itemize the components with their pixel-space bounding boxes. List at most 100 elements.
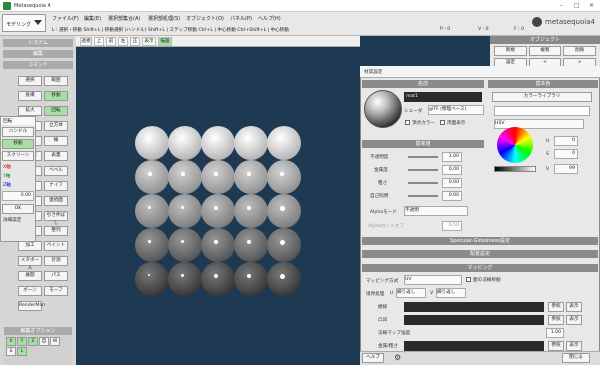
menu-file[interactable]: ファイル(F) xyxy=(52,15,79,22)
popup-y-axis[interactable]: Y軸 xyxy=(3,173,33,179)
tool-button[interactable]: RenderMan xyxy=(18,301,45,311)
map-open-button[interactable]: 参照 xyxy=(548,341,564,351)
map-open-button[interactable]: 参照 xyxy=(548,315,564,325)
menu-edit[interactable]: 編集(E) xyxy=(84,15,101,22)
saturation-input[interactable]: 0 xyxy=(554,149,578,159)
axis-toggle[interactable]: X xyxy=(6,337,16,346)
double-sided-checkbox[interactable] xyxy=(440,120,445,125)
prop-input[interactable]: 0.00 xyxy=(442,165,462,175)
tool-button[interactable]: 投縄 xyxy=(18,91,42,101)
popup-handle[interactable]: ハンドル xyxy=(2,127,34,137)
axis-toggle[interactable]: Z xyxy=(28,337,38,346)
axis-toggle[interactable]: S xyxy=(6,347,16,356)
tool-button[interactable]: 表裏 xyxy=(44,151,68,161)
system-header[interactable]: システム xyxy=(3,39,73,47)
alpha-mode-select[interactable]: 不透明 xyxy=(404,206,468,216)
popup-ok[interactable]: OK xyxy=(2,204,34,214)
mapping-method-select[interactable]: UV xyxy=(404,275,462,285)
tool-button[interactable]: パス xyxy=(44,271,68,281)
color-wheel[interactable] xyxy=(497,127,533,163)
popup-screen[interactable]: スクリーン xyxy=(2,151,34,161)
tool-button[interactable]: 立方体 xyxy=(44,121,68,131)
map-display-button[interactable]: 表示 xyxy=(566,341,582,351)
popup-x-axis[interactable]: X軸 xyxy=(3,164,33,170)
maximize-icon[interactable]: □ xyxy=(574,2,580,9)
view-top[interactable]: 上 xyxy=(94,37,104,46)
prop-slider[interactable] xyxy=(408,182,438,184)
tool-button[interactable]: 範囲 xyxy=(44,76,68,86)
prop-input[interactable]: 1.00 xyxy=(442,152,462,162)
menu-object[interactable]: オブジェクト(O) xyxy=(186,15,224,22)
tool-button[interactable]: メタボール xyxy=(18,256,42,271)
tool-button[interactable]: 展開 xyxy=(18,271,42,281)
map-display-button[interactable]: 表示 xyxy=(566,315,582,325)
color-library-button[interactable]: カラーライブラリ xyxy=(492,92,592,102)
tool-button[interactable]: 選択 xyxy=(18,76,42,86)
map-path-input[interactable] xyxy=(404,341,544,351)
edit-header[interactable]: 編集 xyxy=(3,50,73,58)
view-perspective[interactable]: 透視 xyxy=(80,37,92,46)
detail-header[interactable]: 配置設定 xyxy=(362,250,598,258)
map-path-input[interactable] xyxy=(404,302,544,312)
menu-panel[interactable]: パネル(P) xyxy=(230,15,252,22)
menu-selection-set[interactable]: 選択部集合(A) xyxy=(108,15,140,22)
prop-slider[interactable] xyxy=(408,156,438,158)
view-ortho[interactable]: 正 xyxy=(130,37,140,46)
view-left[interactable]: 左 xyxy=(118,37,128,46)
shader-select[interactable]: glTF (物理ベース) xyxy=(428,105,484,115)
gear-icon[interactable]: ⚙ xyxy=(394,353,401,362)
axis-toggle[interactable]: L xyxy=(17,347,27,356)
normal-move-checkbox[interactable] xyxy=(466,277,471,282)
close-icon[interactable]: ✕ xyxy=(589,2,594,9)
menu-help[interactable]: ヘルプ(H) xyxy=(258,15,281,22)
vertex-color-checkbox[interactable] xyxy=(405,120,410,125)
minimize-icon[interactable]: – xyxy=(560,2,563,9)
wrap-v-select[interactable]: 繰り返し xyxy=(436,288,466,298)
popup-detail[interactable]: 詳細設定 xyxy=(3,217,33,223)
popup-z-axis[interactable]: Z軸 xyxy=(3,182,33,188)
view-front[interactable]: 前 xyxy=(106,37,116,46)
object-delete-button[interactable]: 削除 xyxy=(563,46,597,56)
map-path-input[interactable] xyxy=(404,315,544,325)
map-open-button[interactable]: 参照 xyxy=(548,302,564,312)
tool-button[interactable]: 引き伸ばし xyxy=(44,211,68,226)
prop-slider[interactable] xyxy=(408,169,438,171)
tool-button[interactable]: 加工 xyxy=(18,241,42,251)
popup-move[interactable]: 移動 xyxy=(2,139,34,149)
prop-input[interactable]: 0.00 xyxy=(442,191,462,201)
close-button[interactable]: 閉じる xyxy=(562,353,590,363)
tool-button[interactable]: 計測 xyxy=(44,256,68,266)
prop-slider[interactable] xyxy=(408,195,438,197)
alpha-cutoff-input[interactable]: 0.50 xyxy=(442,221,462,231)
viewport[interactable] xyxy=(76,47,364,365)
tool-button[interactable]: 整列 xyxy=(44,226,68,236)
tool-button[interactable]: 移動 xyxy=(44,91,68,101)
menu-selection-process[interactable]: 選択部処理(S) xyxy=(148,15,180,22)
tool-button[interactable]: ベベル xyxy=(44,166,68,176)
tool-button[interactable]: ナイフ xyxy=(44,181,68,191)
value-slider[interactable] xyxy=(494,166,536,172)
axis-toggle[interactable]: 自 xyxy=(39,337,49,346)
tool-button[interactable]: 連続面 xyxy=(44,196,68,206)
bump-strength-input[interactable]: 1.00 xyxy=(546,328,564,338)
tool-button[interactable]: モーフ xyxy=(44,286,68,296)
tool-button[interactable]: 拡大 xyxy=(18,106,42,116)
help-button[interactable]: ヘルプ xyxy=(362,353,384,363)
view-render[interactable]: 描画 xyxy=(158,37,172,46)
tool-button[interactable]: 線 xyxy=(44,136,68,146)
view-display[interactable]: 表示 xyxy=(142,37,156,46)
tool-button[interactable]: ボーン xyxy=(18,286,42,296)
tool-button[interactable]: 回転 xyxy=(44,106,68,116)
object-new-button[interactable]: 新規 xyxy=(494,46,527,56)
popup-angle[interactable]: 0.00 xyxy=(2,191,34,201)
object-duplicate-button[interactable]: 複製 xyxy=(528,46,562,56)
value-input[interactable]: 99 xyxy=(554,164,578,174)
specular-glossiness-header[interactable]: Specular-Glossiness設定 xyxy=(362,237,598,245)
prop-input[interactable]: 0.00 xyxy=(442,178,462,188)
material-name-input[interactable]: mat1 xyxy=(404,92,482,102)
axis-toggle[interactable]: Y xyxy=(17,337,27,346)
hue-input[interactable]: 0 xyxy=(554,136,578,146)
wrap-u-select[interactable]: 繰り返し xyxy=(396,288,426,298)
mode-selector[interactable]: モデリング xyxy=(2,14,46,32)
axis-toggle[interactable]: W xyxy=(50,337,60,346)
